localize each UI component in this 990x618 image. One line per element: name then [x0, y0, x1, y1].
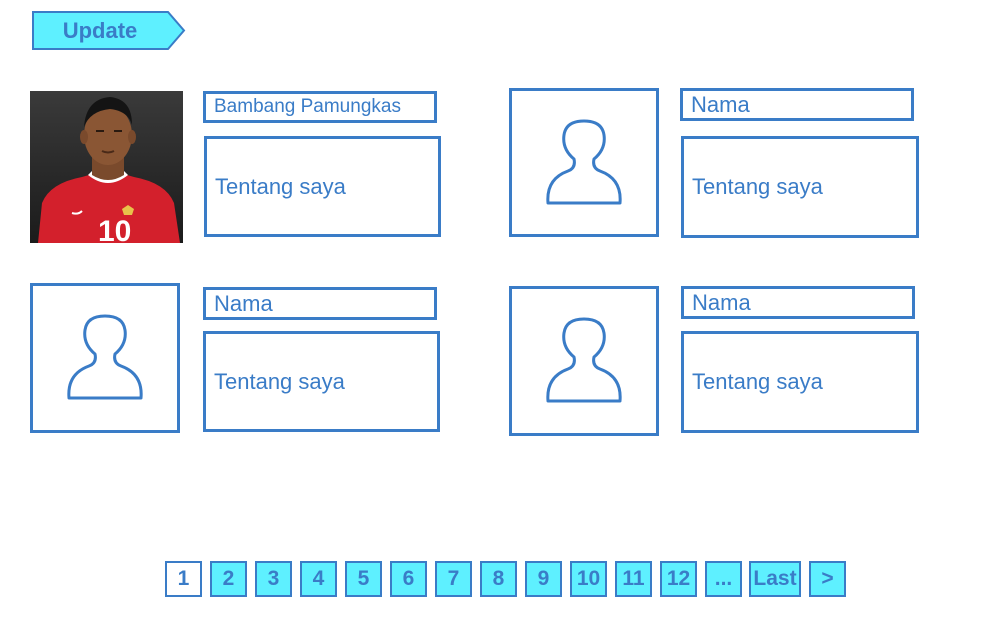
profile-about-label: Tentang saya	[214, 368, 345, 394]
page-button-4[interactable]: 4	[300, 561, 337, 597]
page-button-2[interactable]: 2	[210, 561, 247, 597]
page-last-button[interactable]: Last	[749, 561, 801, 597]
profile-name-field[interactable]: Nama	[203, 287, 437, 320]
update-button[interactable]: Update	[32, 11, 186, 50]
profile-about-label: Tentang saya	[692, 369, 823, 394]
profile-about-field[interactable]: Tentang saya	[681, 331, 919, 433]
profile-about-field[interactable]: Tentang saya	[681, 136, 919, 238]
page-button-3[interactable]: 3	[255, 561, 292, 597]
profile-name-field[interactable]: Bambang Pamungkas	[203, 91, 437, 123]
profile-photo-placeholder[interactable]	[30, 283, 180, 433]
profile-name-field[interactable]: Nama	[680, 88, 914, 121]
page-ellipsis[interactable]: ...	[705, 561, 742, 597]
player-photo: 10	[30, 91, 183, 243]
user-silhouette-icon	[67, 314, 143, 400]
jersey-number: 10	[98, 215, 131, 243]
page-button-6[interactable]: 6	[390, 561, 427, 597]
user-silhouette-icon	[546, 317, 622, 403]
page-next-button[interactable]: >	[809, 561, 846, 597]
profile-photo-placeholder[interactable]	[509, 286, 659, 436]
update-button-label: Update	[62, 18, 138, 43]
profile-about-field[interactable]: Tentang saya	[203, 331, 440, 432]
profile-photo-placeholder[interactable]	[509, 88, 659, 237]
page-button-9[interactable]: 9	[525, 561, 562, 597]
page-button-8[interactable]: 8	[480, 561, 517, 597]
user-silhouette-icon	[546, 119, 622, 205]
profile-about-label: Tentang saya	[215, 173, 346, 199]
profile-name-field[interactable]: Nama	[681, 286, 915, 319]
page-button-5[interactable]: 5	[345, 561, 382, 597]
profile-about-field[interactable]: Tentang saya	[204, 136, 441, 237]
profile-about-label: Tentang saya	[692, 174, 823, 199]
page-button-11[interactable]: 11	[615, 561, 652, 597]
profile-photo[interactable]: 10	[30, 91, 183, 243]
page-button-7[interactable]: 7	[435, 561, 472, 597]
page-button-12[interactable]: 12	[660, 561, 697, 597]
page-button-1[interactable]: 1	[165, 561, 202, 597]
page-button-10[interactable]: 10	[570, 561, 607, 597]
